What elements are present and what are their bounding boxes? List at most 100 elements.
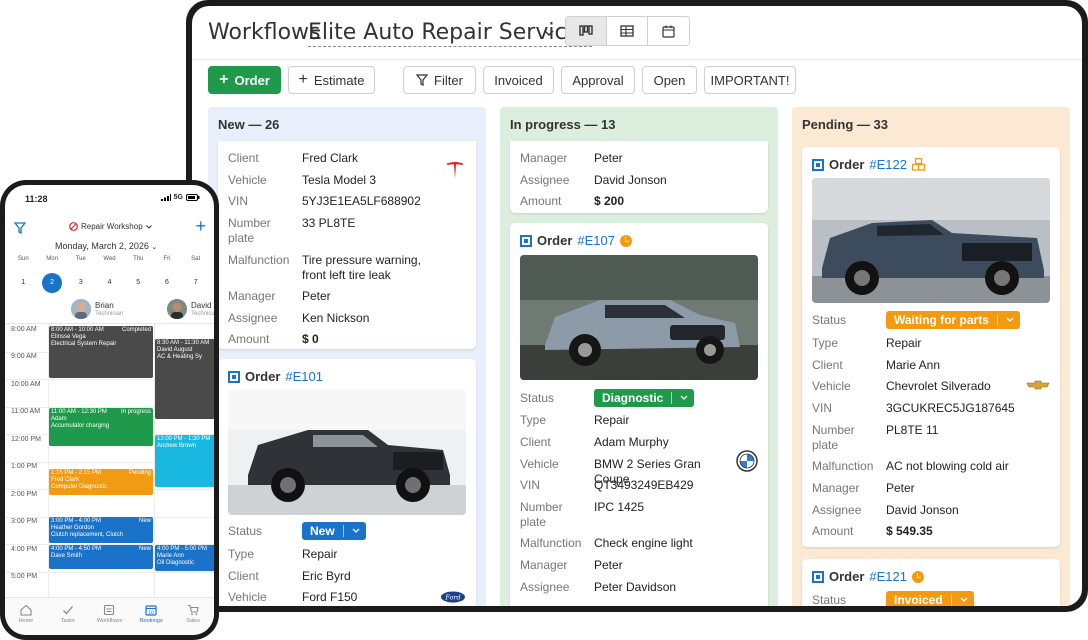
phone-screen: 11:28 5G Repair Workshop + Monday, March… <box>5 185 214 635</box>
order-number-link[interactable]: #E101 <box>285 369 323 384</box>
hour-label: 3:00 PM <box>11 518 38 525</box>
hour-label: 9:00 AM <box>11 353 37 360</box>
calendar-icon: 10 <box>145 605 157 616</box>
view-toggle <box>565 16 690 46</box>
status-badge[interactable]: Waiting for parts <box>886 311 1020 329</box>
filter-button[interactable]: Filter <box>403 66 476 94</box>
booking-event[interactable]: 4:00 PM - 5:00 PM Marie Ann Oil Diagnosti… <box>155 545 214 571</box>
chevron-down-icon <box>960 597 968 602</box>
chip-approval[interactable]: Approval <box>561 66 635 94</box>
ford-logo-icon: Ford <box>441 591 465 603</box>
weekday-label: Wed <box>103 256 116 262</box>
booking-event[interactable]: 3:00 PM - 4:00 PM New Heather Gordon Clutc… <box>49 517 153 543</box>
clock-icon <box>912 570 924 583</box>
chevron-down-icon <box>352 528 360 533</box>
booking-event[interactable]: 11:00 AM - 12:30 PM In progress Adam Accum… <box>49 408 153 446</box>
page-title: Workflows <box>208 20 321 45</box>
add-booking-button[interactable]: + <box>195 216 206 237</box>
weekday-label: Tue <box>75 256 86 262</box>
clock-time: 11:28 <box>25 194 48 204</box>
day-cell[interactable]: 5 <box>124 273 153 293</box>
weekday-label: Sat <box>191 256 201 262</box>
avatar <box>71 299 91 319</box>
order-number-link[interactable]: #E122 <box>869 157 907 172</box>
add-estimate-button[interactable]: + Estimate <box>288 66 375 94</box>
nav-tasks[interactable]: Tasks <box>47 598 89 635</box>
order-card[interactable]: Manager Peter Assignee David Jonson Amount… <box>510 141 768 213</box>
order-title: Order #E107 <box>520 233 632 248</box>
checkmark-icon <box>62 606 73 615</box>
chevron-down-icon[interactable] <box>544 28 554 38</box>
column-title: New — 26 <box>218 117 280 132</box>
order-number-link[interactable]: #E107 <box>577 233 615 248</box>
day-cell[interactable]: 6 <box>153 273 182 293</box>
toolbar: + Order + Estimate Filter Invoiced Approva… <box>208 66 1082 96</box>
day-cell[interactable]: 3 <box>66 273 95 293</box>
order-card[interactable]: Order #E122 Status Waiting for parts Typ… <box>802 147 1060 547</box>
order-card[interactable]: Order #E107 Status Diagnostic Type Repai… <box>510 223 768 606</box>
order-icon <box>228 370 240 383</box>
cart-icon <box>188 604 199 616</box>
phone-header: Repair Workshop + <box>5 216 214 237</box>
booking-grid: 8:00 AM 9:00 AM 10:00 AM 11:00 AM 12:00 … <box>5 323 214 597</box>
booking-event[interactable]: 8:00 AM - 10:00 AM Completed Elinsse Vega… <box>49 326 153 378</box>
add-order-button[interactable]: + Order <box>208 66 281 94</box>
hour-label: 8:00 AM <box>11 326 37 333</box>
order-card[interactable]: Client Fred Clark Vehicle Tesla Model 3 VI… <box>218 141 476 349</box>
date-selector[interactable]: Monday, March 2, 2026 ⌄ <box>55 241 157 251</box>
nav-home[interactable]: Home <box>5 598 47 635</box>
chevron-down-icon: ⌄ <box>151 244 158 251</box>
nav-sales[interactable]: Sales <box>172 598 214 635</box>
chip-open[interactable]: Open <box>642 66 697 94</box>
technician-header: Brian Technician <box>71 295 151 323</box>
kanban-icon[interactable] <box>566 17 607 45</box>
chevron-down-icon <box>1006 317 1014 322</box>
day-cell-selected[interactable]: 2 <box>38 273 67 293</box>
booking-event[interactable]: 12:00 PM - 1:30 PM Andrew Brown <box>155 435 214 487</box>
table-icon[interactable] <box>607 17 648 45</box>
vehicle-photo <box>228 390 466 515</box>
booking-event[interactable]: 8:30 AM - 11:30 AM David August AC & Heat… <box>155 339 214 419</box>
status-badge[interactable]: New <box>302 522 366 540</box>
booking-event[interactable]: 1:15 PM - 2:15 PM Pending Fred Clark Compu… <box>49 469 153 495</box>
status-badge[interactable]: Diagnostic <box>594 389 695 407</box>
technician-header: David Technician <box>167 295 214 323</box>
battery-icon <box>186 194 200 201</box>
order-title: Order #E121 <box>812 569 924 584</box>
order-card[interactable]: Order #E101 Status New Type Repair Clien… <box>218 359 476 606</box>
nav-workflows[interactable]: Workflows <box>89 598 131 635</box>
phone-status-bar: 11:28 5G <box>5 185 214 207</box>
column-title: In progress — 13 <box>510 117 616 132</box>
day-cell[interactable]: 7 <box>181 273 210 293</box>
order-title: Order #E122 <box>812 157 925 172</box>
desktop-frame: Workflows Elite Auto Repair Services + Or… <box>186 0 1088 612</box>
chip-invoiced[interactable]: Invoiced <box>483 66 554 94</box>
order-card[interactable]: Order #E121 Status Invoiced <box>802 559 1060 606</box>
tesla-logo-icon <box>446 162 464 179</box>
avatar <box>167 299 187 319</box>
parts-boxes-icon <box>912 158 925 171</box>
day-cell[interactable]: 1 <box>9 273 38 293</box>
status-badge[interactable]: Invoiced <box>886 591 974 606</box>
weekday-label: Sun <box>18 256 29 262</box>
order-icon <box>812 158 824 171</box>
hour-label: 12:00 PM <box>11 436 41 443</box>
day-cell[interactable]: 4 <box>95 273 124 293</box>
bottom-navigation: Home Tasks Workflows 10 Bookings Sales <box>5 597 214 635</box>
column-pending: Pending — 33 Order #E122 Status Waiting … <box>792 107 1070 606</box>
order-number-link[interactable]: #E121 <box>869 569 907 584</box>
calendar-icon[interactable] <box>648 17 689 45</box>
chevrolet-logo-icon <box>1026 380 1050 390</box>
hour-label: 2:00 PM <box>11 491 38 498</box>
no-entry-icon <box>69 222 78 231</box>
chip-important[interactable]: IMPORTANT! <box>704 66 796 94</box>
nav-bookings[interactable]: 10 Bookings <box>130 598 172 635</box>
svg-text:Ford: Ford <box>444 594 460 602</box>
hour-label: 11:00 AM <box>11 408 41 415</box>
workshop-selector[interactable]: Repair Workshop <box>69 222 152 231</box>
workflows-header: Workflows Elite Auto Repair Services <box>192 6 1082 60</box>
chevron-down-icon <box>680 395 688 400</box>
svg-text:10: 10 <box>148 610 154 616</box>
filter-icon[interactable] <box>14 222 26 234</box>
booking-event[interactable]: 4:00 PM - 4:50 PM New Dave Smith <box>49 545 153 569</box>
